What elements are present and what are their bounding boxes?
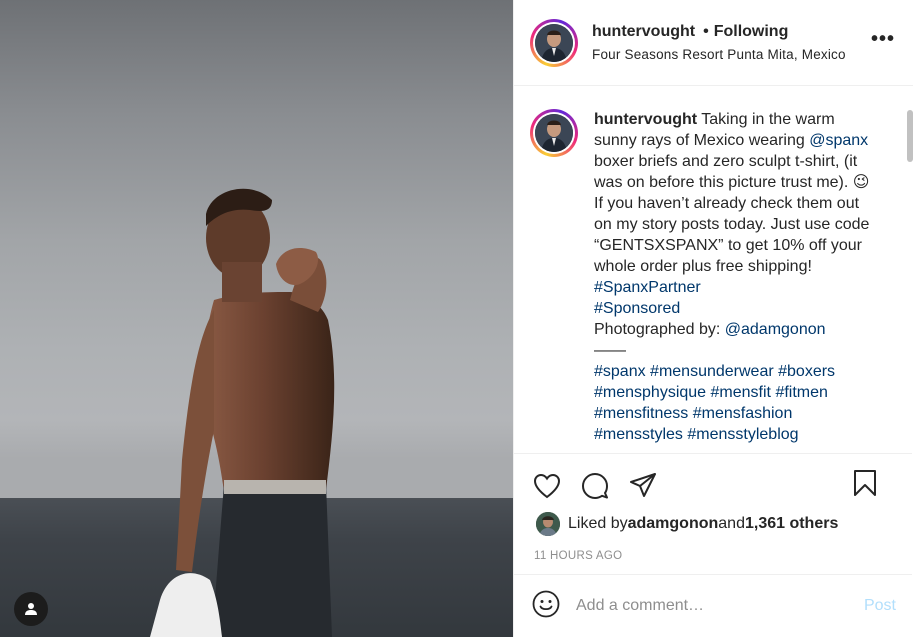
hashtag-link[interactable]: #mensfit bbox=[711, 384, 771, 401]
photo-credit-label: Photographed by: bbox=[594, 321, 725, 338]
caption-username[interactable]: huntervought bbox=[594, 111, 697, 128]
likes-count[interactable]: 1,361 others bbox=[745, 515, 838, 533]
hashtag-link[interactable]: #mensfitness bbox=[594, 405, 688, 422]
caption-scroll-area[interactable]: huntervought Taking in the warm sunny ra… bbox=[514, 87, 912, 453]
post-header: huntervought • Following Four Seasons Re… bbox=[514, 0, 913, 86]
share-icon bbox=[630, 473, 656, 497]
comment-input[interactable] bbox=[576, 597, 864, 615]
following-button[interactable]: Following bbox=[714, 23, 789, 41]
mention-link[interactable]: @spanx bbox=[809, 132, 868, 149]
likes-prefix: Liked by bbox=[568, 515, 628, 532]
author-avatar-ring[interactable] bbox=[530, 18, 578, 67]
avatar bbox=[535, 114, 573, 152]
hashtag-link[interactable]: #mensstyles bbox=[594, 426, 683, 443]
caption-scrollbar[interactable] bbox=[907, 88, 913, 452]
user-tag-button[interactable] bbox=[14, 592, 48, 626]
liker-username[interactable]: adamgonon bbox=[628, 515, 719, 533]
caption-text: huntervought Taking in the warm sunny ra… bbox=[594, 109, 876, 445]
scrollbar-thumb[interactable] bbox=[907, 110, 913, 162]
likes-summary[interactable]: Liked by adamgonon and 1,361 others bbox=[514, 504, 912, 536]
post-comment-button[interactable]: Post bbox=[864, 597, 896, 615]
location-link[interactable]: Four Seasons Resort Punta Mita, Mexico bbox=[592, 47, 846, 62]
post-photo[interactable] bbox=[0, 0, 513, 637]
save-button[interactable] bbox=[850, 468, 880, 498]
author-username[interactable]: huntervought bbox=[592, 23, 695, 41]
more-options-button[interactable]: ••• bbox=[871, 29, 895, 49]
hashtag-link[interactable]: #mensphysique bbox=[594, 384, 706, 401]
caption-part: If you haven’t already check them out on… bbox=[594, 195, 870, 275]
liker-avatar[interactable] bbox=[536, 512, 560, 536]
emoji-icon bbox=[532, 590, 560, 617]
avatar bbox=[535, 23, 573, 62]
caption-avatar-ring[interactable] bbox=[530, 109, 578, 157]
hashtag-link[interactable]: #spanx bbox=[594, 363, 646, 380]
hashtag-link[interactable]: #SpanxPartner bbox=[594, 279, 701, 296]
more-icon: ••• bbox=[870, 28, 895, 50]
hashtag-link[interactable]: #fitmen bbox=[775, 384, 827, 401]
hashtag-link[interactable]: #boxers bbox=[778, 363, 835, 380]
man-silhouette bbox=[150, 188, 335, 637]
comment-form: Post bbox=[514, 574, 912, 637]
caption-divider: —— bbox=[594, 342, 626, 359]
post-timestamp[interactable]: 11 HOURS AGO bbox=[514, 536, 912, 562]
like-button[interactable] bbox=[532, 471, 562, 501]
bookmark-icon bbox=[854, 470, 876, 496]
post-side-panel: huntervought • Following Four Seasons Re… bbox=[513, 0, 913, 637]
hashtag-link[interactable]: #Sponsored bbox=[594, 300, 680, 317]
hashtag-link[interactable]: #mensfashion bbox=[693, 405, 793, 422]
follow-separator: • bbox=[703, 23, 709, 40]
caption-part: boxer briefs and zero sculpt t-shirt, (i… bbox=[594, 153, 858, 191]
hashtag-link[interactable]: #mensunderwear bbox=[650, 363, 774, 380]
heart-icon bbox=[533, 473, 561, 499]
mention-link[interactable]: @adamgonon bbox=[725, 321, 826, 338]
wink-emoji: 😉 bbox=[852, 174, 870, 191]
share-button[interactable] bbox=[628, 471, 658, 501]
likes-conjunction: and bbox=[718, 515, 745, 532]
user-tag-icon bbox=[25, 603, 37, 615]
hashtag-link[interactable]: #mensstyleblog bbox=[687, 426, 798, 443]
emoji-button[interactable] bbox=[532, 590, 560, 623]
comment-button[interactable] bbox=[580, 471, 610, 501]
post-actions: Liked by adamgonon and 1,361 others 11 H… bbox=[514, 453, 912, 574]
comment-icon bbox=[582, 473, 608, 499]
